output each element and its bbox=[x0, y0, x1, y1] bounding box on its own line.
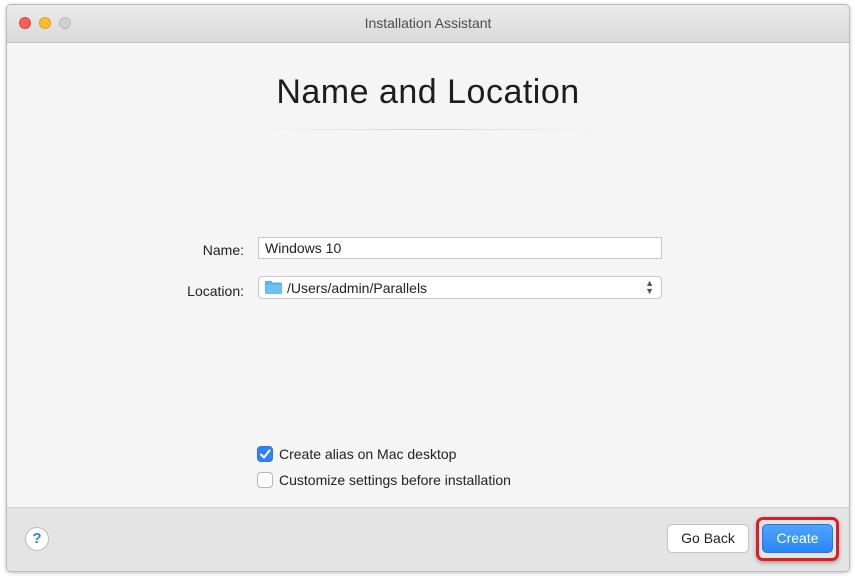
name-label: Name: bbox=[202, 242, 244, 258]
checkmark-icon bbox=[260, 449, 271, 459]
create-alias-label[interactable]: Create alias on Mac desktop bbox=[279, 446, 456, 462]
installation-assistant-window: Installation Assistant Name and Location… bbox=[6, 4, 850, 572]
help-button[interactable]: ? bbox=[25, 527, 49, 551]
title-bar: Installation Assistant bbox=[7, 5, 849, 43]
main-content: Name and Location Name: Windows 10 Locat… bbox=[7, 43, 849, 507]
create-button[interactable]: Create bbox=[762, 524, 833, 553]
folder-icon bbox=[265, 281, 282, 294]
customize-settings-label[interactable]: Customize settings before installation bbox=[279, 472, 511, 488]
create-alias-checkbox[interactable] bbox=[257, 446, 273, 462]
location-value: /Users/admin/Parallels bbox=[287, 280, 428, 296]
location-label: Location: bbox=[187, 283, 244, 299]
footer-bar: ? Go Back Create bbox=[7, 507, 849, 571]
window-title: Installation Assistant bbox=[364, 15, 492, 31]
name-input[interactable]: Windows 10 bbox=[258, 237, 662, 259]
go-back-button[interactable]: Go Back bbox=[667, 524, 749, 553]
select-arrows-icon: ▲ ▼ bbox=[645, 278, 654, 296]
customize-settings-checkbox[interactable] bbox=[257, 472, 273, 488]
location-select[interactable]: /Users/admin/Parallels ▲ ▼ bbox=[258, 276, 662, 299]
title-divider bbox=[257, 129, 597, 130]
page-title: Name and Location bbox=[276, 73, 580, 111]
